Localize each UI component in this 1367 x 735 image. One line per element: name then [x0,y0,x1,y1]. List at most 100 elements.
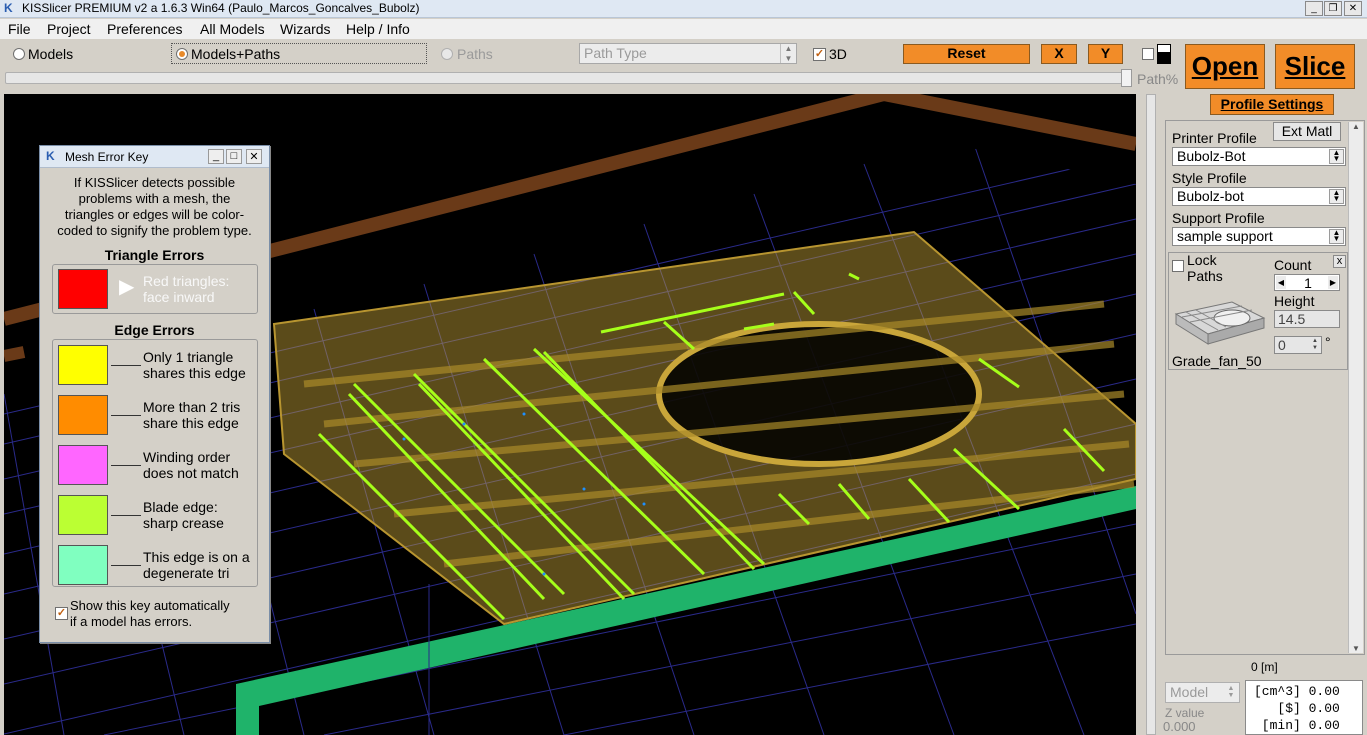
edge-key-text: Winding order does not match [143,449,239,481]
key-text-line: Red triangles: [143,273,230,289]
chevron-updown-icon: ▲ ▼ [1227,685,1235,699]
triangle-errors-box: ▶ Red triangles: face inward [52,264,258,314]
lock-paths-checkbox[interactable] [1172,260,1184,272]
edge-errors-heading: Edge Errors [114,322,195,338]
menu-help-info[interactable]: Help / Info [346,21,410,37]
scroll-up-icon[interactable]: ▲ [1349,122,1363,131]
view-models-label: Models [28,46,74,62]
style-profile-value: Bubolz-bot [1177,188,1244,204]
decrement-icon[interactable]: ◀ [1276,276,1286,289]
view-models-paths-radio[interactable] [176,48,188,60]
key-text-line: Blade edge: [143,499,218,515]
chevron-updown-icon: ▲ ▼ [1329,149,1344,164]
red-triangle-swatch [58,269,108,309]
edge-swatch-lime [58,495,108,535]
path-slider-thumb[interactable] [1121,69,1132,87]
model-select-value: Model [1170,684,1209,700]
x-button[interactable]: X [1041,44,1077,64]
key-text-line: share this edge [143,415,239,431]
profile-settings-button[interactable]: Profile Settings [1210,94,1334,115]
model-card-close-button[interactable]: x [1333,255,1346,268]
key-connector [111,465,141,466]
dialog-minimize-button[interactable]: _ [208,149,224,164]
z-value-label: Z value [1165,706,1205,720]
key-text-line: sharp crease [143,515,224,531]
menu-all-models[interactable]: All Models [200,21,265,37]
path-slider-track[interactable] [5,72,1131,84]
key-text-line: does not match [143,465,239,481]
paths-label: Paths [1187,268,1223,284]
printer-profile-label: Printer Profile [1172,130,1257,146]
printer-profile-value: Bubolz-Bot [1177,148,1246,164]
edge-swatch-mint [58,545,108,585]
count-value: 1 [1304,275,1312,291]
reset-button[interactable]: Reset [903,44,1030,64]
view-models-radio[interactable] [13,48,25,60]
slice-button[interactable]: Slice [1275,44,1355,89]
dialog-intro: If KISSlicer detects possible problems w… [40,175,269,239]
color-mode-icon [1157,44,1171,64]
rotation-field[interactable]: 0 ▲ ▼ [1274,336,1322,354]
three-d-label: 3D [829,46,847,62]
path-type-select[interactable]: Path Type ▲ ▼ [579,43,797,64]
key-text-line: This edge is on a [143,549,250,565]
y-button[interactable]: Y [1088,44,1123,64]
intro-line: triangles or edges will be color- [64,207,245,222]
window-title: KISSlicer PREMIUM v2 a 1.6.3 Win64 (Paul… [22,1,420,15]
menu-file[interactable]: File [8,21,31,37]
chevron-updown-icon[interactable]: ▲ ▼ [1310,338,1320,352]
intro-line: problems with a mesh, the [78,191,231,206]
stat-cost: [$] 0.00 [1254,701,1340,716]
color-mode-checkbox[interactable] [1142,48,1154,60]
ext-matl-button[interactable]: Ext Matl [1273,122,1341,141]
intro-line: If KISSlicer detects possible [73,175,236,190]
view-paths-radio[interactable] [441,48,453,60]
edge-errors-box: Only 1 triangle shares this edge More th… [52,339,258,587]
menu-wizards[interactable]: Wizards [280,21,331,37]
vertical-slider-area [1140,94,1162,735]
path-type-value: Path Type [584,45,647,61]
model-thumbnail-image [1174,301,1266,345]
edge-key-text: Blade edge: sharp crease [143,499,224,531]
stat-volume: [cm^3] 0.00 [1254,684,1340,699]
key-text-line: degenerate tri [143,565,230,581]
count-stepper[interactable]: ◀ 1 ▶ [1274,274,1340,291]
z-value: 0.000 [1163,719,1196,734]
chevron-updown-icon: ▲ ▼ [1329,229,1344,244]
minimize-button[interactable]: _ [1305,1,1323,16]
menu-preferences[interactable]: Preferences [107,21,182,37]
red-triangles-text: Red triangles: face inward [143,273,229,305]
profiles-scrollbar[interactable]: ▲ ▼ [1348,122,1363,653]
stats-box: [cm^3] 0.00 [$] 0.00 [min] 0.00 [1245,680,1363,735]
edge-key-text: Only 1 triangle shares this edge [143,349,246,381]
increment-icon[interactable]: ▶ [1328,276,1338,289]
rotation-value: 0 [1278,337,1286,353]
dialog-close-button[interactable]: ✕ [246,149,262,164]
show-key-checkbox[interactable]: ✓ [55,607,68,620]
close-button[interactable]: ✕ [1344,1,1362,16]
style-profile-label: Style Profile [1172,170,1247,186]
open-button[interactable]: Open [1185,44,1265,89]
printer-profile-select[interactable]: Bubolz-Bot ▲ ▼ [1172,147,1346,166]
show-key-label: Show this key automatically if a model h… [70,598,230,630]
menu-project[interactable]: Project [47,21,91,37]
key-text-line: face inward [143,289,215,305]
dialog-maximize-button[interactable]: □ [226,149,242,164]
support-profile-select[interactable]: sample support ▲ ▼ [1172,227,1346,246]
layer-slider-track[interactable] [1146,94,1156,735]
style-profile-select[interactable]: Bubolz-bot ▲ ▼ [1172,187,1346,206]
edge-swatch-orange [58,395,108,435]
view-models-paths-label: Models+Paths [191,46,281,62]
model-select[interactable]: Model ▲ ▼ [1165,682,1240,703]
support-profile-value: sample support [1177,228,1273,244]
restore-button[interactable]: ❐ [1324,1,1342,16]
dialog-title: Mesh Error Key [65,150,149,164]
model-thumbnail[interactable] [1172,300,1268,352]
support-profile-label: Support Profile [1172,210,1265,226]
bed-frame-left [4,346,26,362]
height-field[interactable]: 14.5 [1274,310,1340,328]
scroll-down-icon[interactable]: ▼ [1349,644,1363,653]
three-d-checkbox[interactable]: ✓ [813,48,826,61]
dialog-title-bar[interactable]: K Mesh Error Key _ □ ✕ [40,146,269,168]
key-text-line: Show this key automatically [70,598,230,613]
